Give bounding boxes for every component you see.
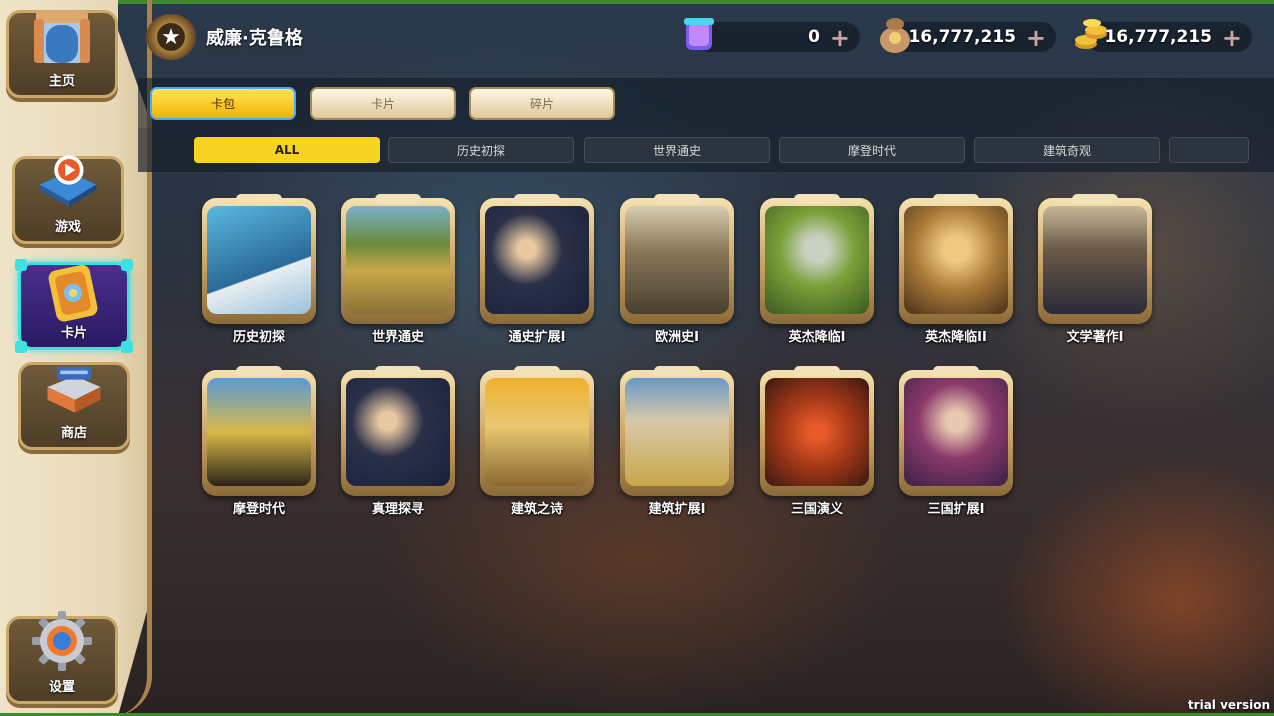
- gem-jar-icon: [684, 18, 714, 50]
- card-art-image: [765, 206, 869, 314]
- play-book-icon: [36, 149, 100, 213]
- shop-icon: [42, 355, 106, 419]
- player-name: 威廉·克鲁格: [206, 28, 303, 49]
- card-pack[interactable]: 英杰降临II: [899, 194, 1013, 346]
- selection-corner: [121, 259, 133, 271]
- resource-value: 16,777,215: [1104, 27, 1212, 47]
- trial-watermark: trial version: [1187, 698, 1270, 712]
- card-art-image: [346, 206, 450, 314]
- card-art-image: [765, 378, 869, 486]
- sidebar-item-label: 卡片: [60, 326, 87, 341]
- sidebar-item-shop[interactable]: 商店: [18, 362, 130, 450]
- card-art-image: [346, 378, 450, 486]
- card-label: 建筑扩展I: [648, 502, 706, 517]
- card-pack[interactable]: 历史初探: [202, 194, 316, 346]
- tab-card-packs[interactable]: 卡包: [150, 87, 296, 120]
- home-gate-icon: [30, 3, 94, 67]
- filter-history-intro[interactable]: 历史初探: [388, 137, 574, 163]
- filter-more[interactable]: [1169, 137, 1249, 163]
- card-pack[interactable]: 欧洲史I: [620, 194, 734, 346]
- filter-modern-times[interactable]: 摩登时代: [779, 137, 965, 163]
- resource-value: 0: [808, 27, 820, 47]
- tab-cards[interactable]: 卡片: [310, 87, 456, 120]
- card-art-image: [485, 378, 589, 486]
- sidebar-item-cards[interactable]: 卡片: [15, 259, 133, 353]
- card-label: 建筑之诗: [510, 502, 563, 517]
- card-art-image: [207, 206, 311, 314]
- tabs-bar: [138, 78, 1274, 128]
- card-pack[interactable]: 建筑扩展I: [620, 366, 734, 518]
- selection-corner: [15, 341, 27, 353]
- card-pack[interactable]: 通史扩展I: [480, 194, 594, 346]
- card-pack[interactable]: 建筑之诗: [480, 366, 594, 518]
- tab-fragments[interactable]: 碎片: [469, 87, 615, 120]
- gold-coins-icon: [1075, 19, 1107, 49]
- card-art-image: [625, 378, 729, 486]
- card-art-image: [207, 378, 311, 486]
- card-pack[interactable]: 摩登时代: [202, 366, 316, 518]
- sidebar-item-settings[interactable]: 设置: [6, 611, 118, 704]
- resource-gems: 0 +: [684, 18, 860, 52]
- card-label: 世界通史: [371, 330, 424, 345]
- card-pack[interactable]: 三国扩展I: [899, 366, 1013, 518]
- card-pack[interactable]: 文学著作I: [1038, 194, 1152, 346]
- sidebar-item-label: 设置: [48, 680, 75, 695]
- selection-corner: [121, 341, 133, 353]
- card-label: 历史初探: [232, 330, 285, 345]
- add-gold-coins-button[interactable]: +: [1222, 24, 1242, 52]
- card-label: 三国扩展I: [927, 502, 985, 517]
- card-label: 通史扩展I: [508, 330, 566, 345]
- card-art-image: [1043, 206, 1147, 314]
- card-label: 英杰降临II: [925, 330, 987, 345]
- selection-corner: [15, 259, 27, 271]
- star-badge-icon: ★: [146, 14, 196, 60]
- filter-all[interactable]: ALL: [194, 137, 380, 163]
- add-coin-bag-button[interactable]: +: [1026, 24, 1046, 52]
- top-border: [0, 0, 1274, 4]
- card-label: 英杰降临I: [788, 330, 846, 345]
- coin-bag-icon: [880, 18, 910, 53]
- card-pack[interactable]: 英杰降临I: [760, 194, 874, 346]
- card-art-image: [904, 378, 1008, 486]
- add-gems-button[interactable]: +: [830, 24, 850, 52]
- card-pack[interactable]: 世界通史: [341, 194, 455, 346]
- card-art-image: [485, 206, 589, 314]
- sidebar-item-label: 游戏: [54, 220, 81, 235]
- filter-architecture[interactable]: 建筑奇观: [974, 137, 1160, 163]
- card-label: 摩登时代: [232, 502, 285, 517]
- card-label: 文学著作I: [1066, 330, 1124, 345]
- filter-world-history[interactable]: 世界通史: [584, 137, 770, 163]
- resource-coin-bag: 16,777,215 +: [880, 18, 1056, 53]
- gear-icon: [30, 609, 94, 673]
- sidebar-item-label: 商店: [60, 426, 87, 441]
- card-icon: [42, 261, 106, 325]
- resource-gold-coins: 16,777,215 +: [1075, 19, 1252, 52]
- sidebar-item-home[interactable]: 主页: [6, 10, 118, 98]
- sidebar-item-label: 主页: [48, 74, 75, 89]
- player-info[interactable]: ★ 威廉·克鲁格: [146, 14, 303, 60]
- card-art-image: [625, 206, 729, 314]
- sidebar-item-game[interactable]: 游戏: [12, 155, 124, 244]
- card-art-image: [904, 206, 1008, 314]
- card-label: 欧洲史I: [655, 330, 699, 345]
- resource-value: 16,777,215: [908, 27, 1016, 47]
- card-label: 三国演义: [790, 502, 843, 517]
- card-label: 真理探寻: [371, 502, 424, 517]
- card-pack[interactable]: 真理探寻: [341, 366, 455, 518]
- card-pack[interactable]: 三国演义: [760, 366, 874, 518]
